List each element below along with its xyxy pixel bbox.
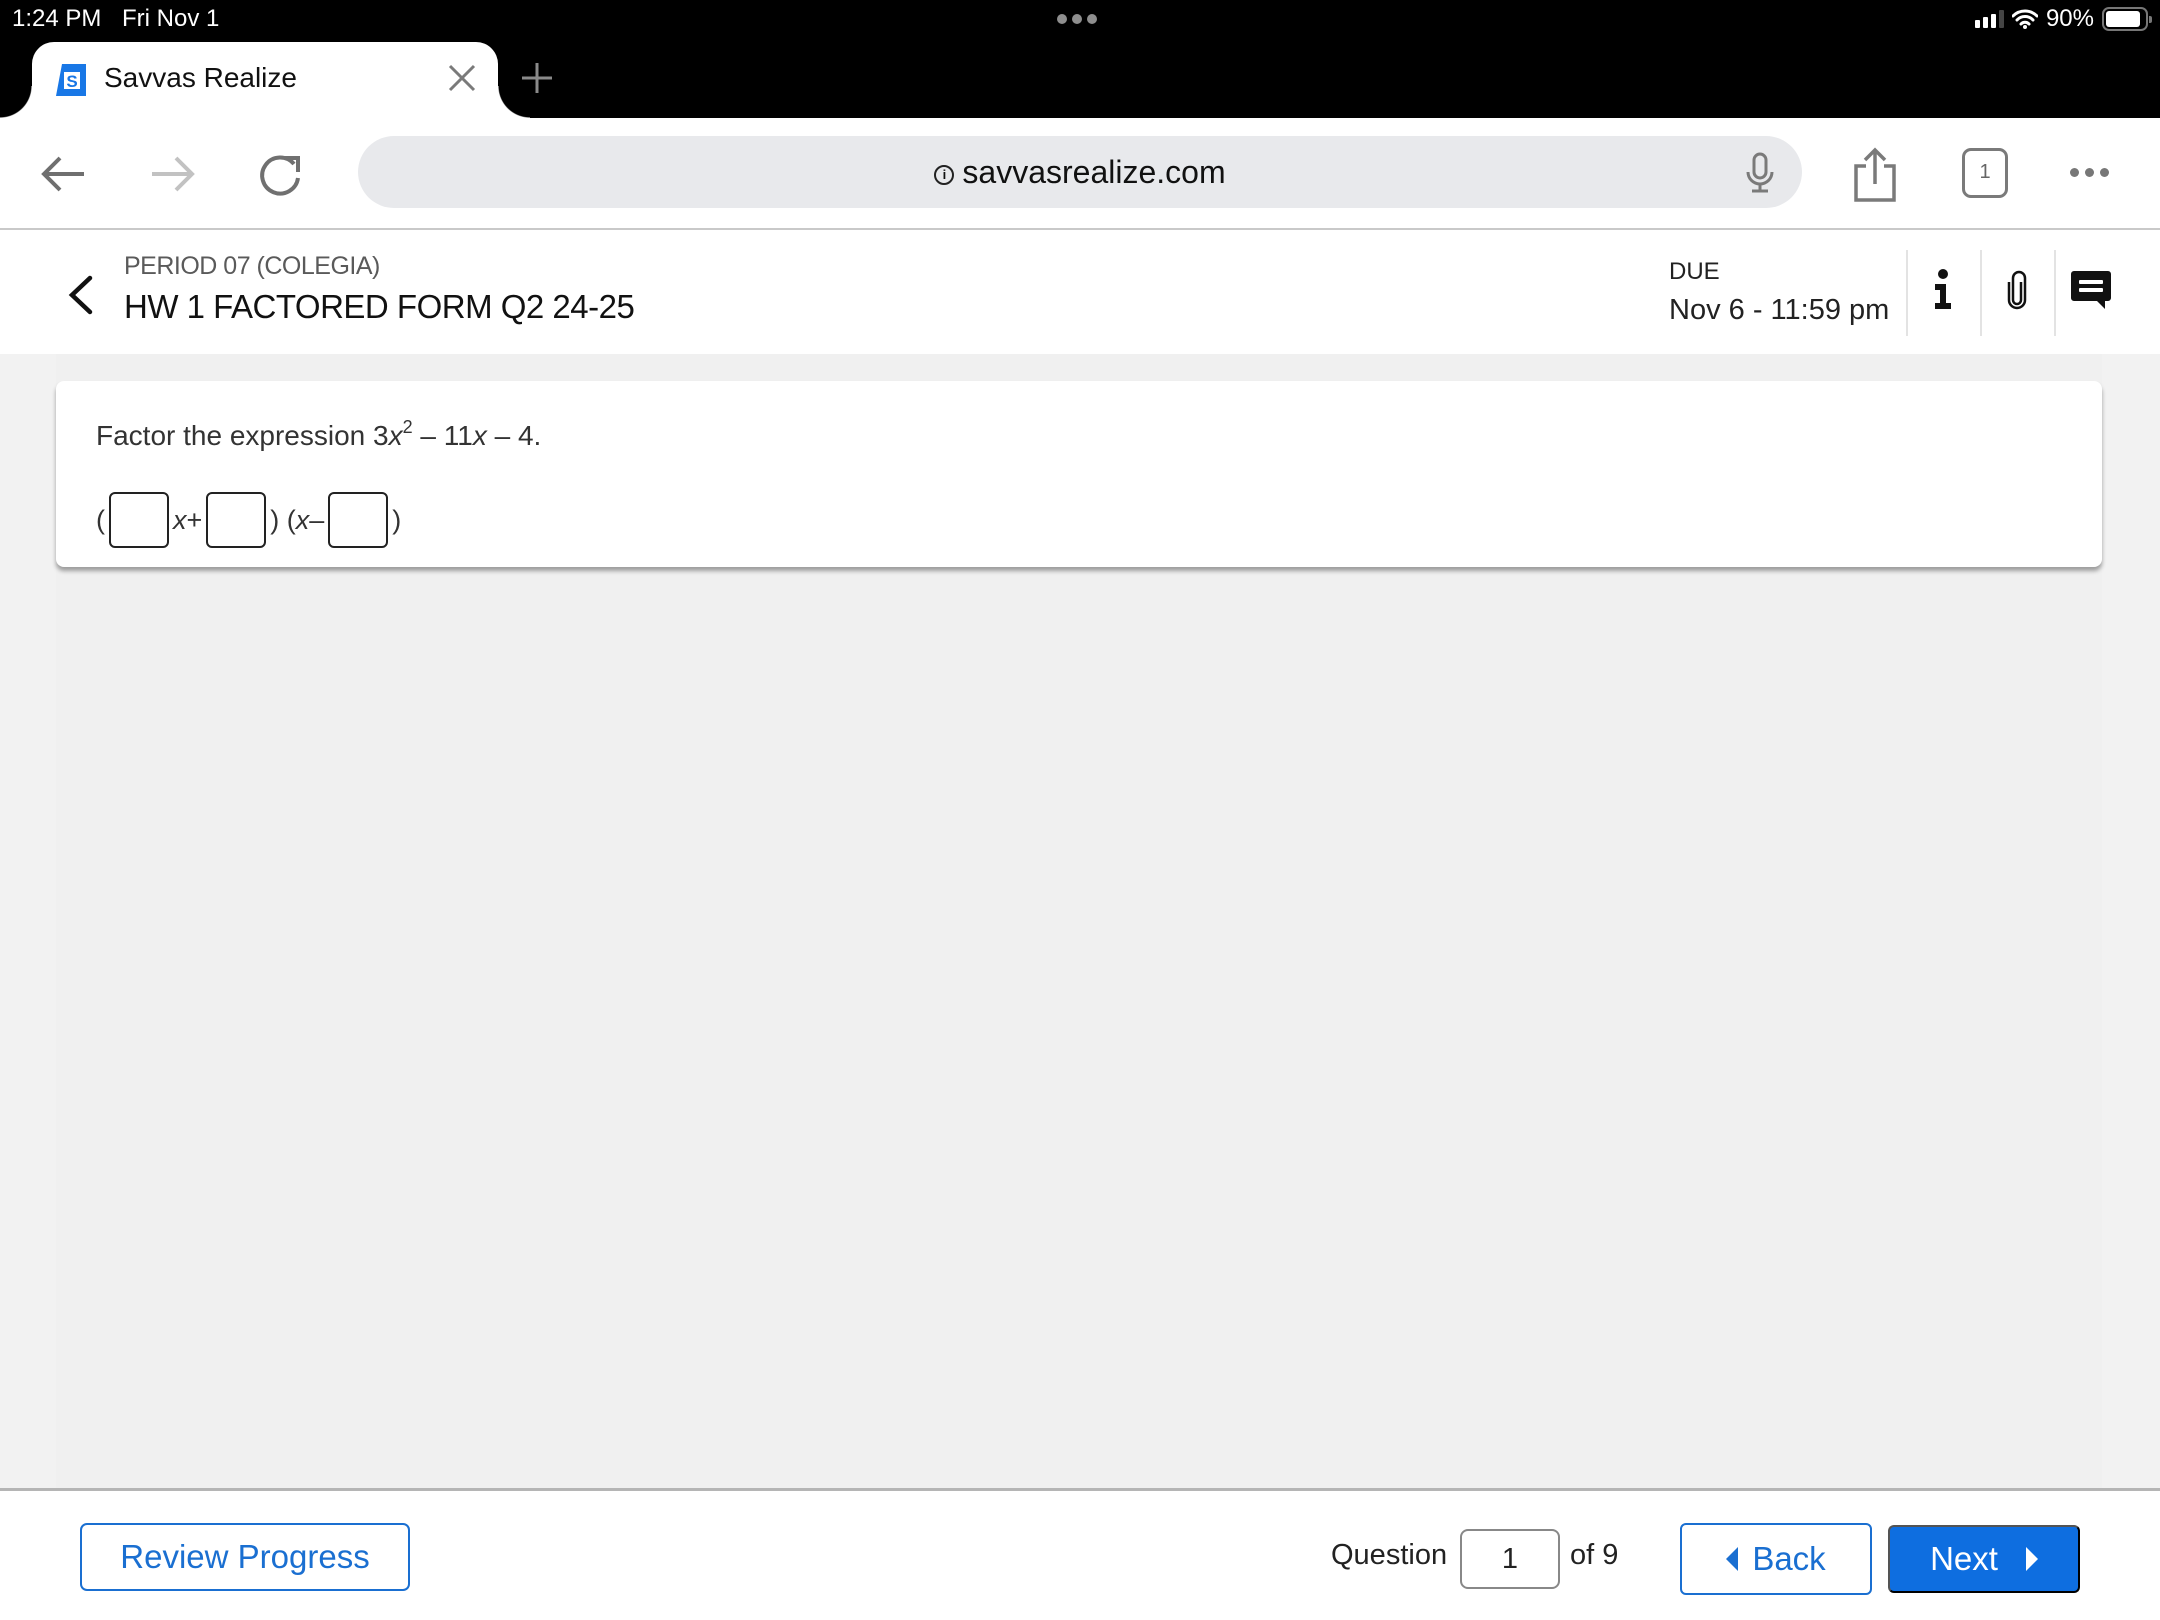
content-area: Factor the expression 3x2 – 11x – 4. ( x… <box>0 354 2160 1488</box>
multitasking-dots-icon[interactable] <box>1057 14 1097 24</box>
due-label: DUE <box>1669 258 1720 285</box>
info-icon <box>1935 269 1951 309</box>
svg-text:S: S <box>66 72 77 91</box>
next-button[interactable]: Next <box>1888 1525 2080 1593</box>
chevron-left-icon[interactable] <box>66 274 96 316</box>
battery-icon <box>2102 7 2152 31</box>
question-prompt: Factor the expression 3x2 – 11x – 4. <box>96 417 542 451</box>
caret-right-icon <box>2025 1547 2038 1571</box>
plus-sign: + <box>186 504 203 535</box>
address-bar[interactable]: i savvasrealize.com <box>358 136 1802 208</box>
assignment-title: HW 1 FACTORED FORM Q2 24-25 <box>124 288 635 325</box>
paren-separator: ) ( <box>270 504 296 535</box>
status-and-tab-bar: 1:24 PM Fri Nov 1 90% S Savvas Realize <box>0 0 2160 118</box>
arrow-right-icon[interactable] <box>146 148 198 200</box>
browser-tab[interactable]: S Savvas Realize <box>0 42 530 118</box>
question-label: Question <box>1331 1539 1448 1571</box>
status-indicators: 90% <box>1974 5 2152 33</box>
savvas-logo-icon: S <box>56 64 86 96</box>
info-circle-icon[interactable]: i <box>934 165 955 185</box>
browser-toolbar: i savvasrealize.com 1 <box>0 118 2160 230</box>
close-paren: ) <box>392 504 402 535</box>
divider <box>1906 250 1908 336</box>
question-total: of 9 <box>1570 1539 1619 1571</box>
answer-input-constant-2[interactable] <box>328 492 389 548</box>
minus-sign: – <box>309 504 325 535</box>
attachments-button[interactable] <box>1992 262 2042 318</box>
wifi-icon <box>2011 9 2038 29</box>
url-text: savvasrealize.com <box>962 154 1226 190</box>
variable-x: x <box>173 504 187 535</box>
comments-button[interactable] <box>2066 262 2116 318</box>
comment-icon <box>2071 271 2111 309</box>
reload-icon[interactable] <box>256 148 308 200</box>
question-number-input[interactable] <box>1460 1529 1560 1589</box>
assignment-header: PERIOD 07 (COLEGIA) HW 1 FACTORED FORM Q… <box>0 232 2160 354</box>
cellular-signal-icon <box>1974 10 2004 28</box>
plus-icon[interactable] <box>519 60 555 96</box>
answer-input-coefficient[interactable] <box>109 492 169 548</box>
more-dots-icon[interactable] <box>2070 168 2109 177</box>
question-card: Factor the expression 3x2 – 11x – 4. ( x… <box>56 381 2102 567</box>
status-date: Fri Nov 1 <box>122 5 220 32</box>
close-icon[interactable] <box>446 62 478 94</box>
info-button[interactable] <box>1918 262 1968 318</box>
class-name: PERIOD 07 (COLEGIA) <box>124 252 380 280</box>
divider <box>1980 250 1982 336</box>
microphone-icon[interactable] <box>1744 152 1776 194</box>
answer-row: ( x + ) (x – ) <box>96 491 401 549</box>
back-label: Back <box>1752 1540 1826 1577</box>
footer-nav: Review Progress Question of 9 Back Next <box>0 1488 2160 1620</box>
next-label: Next <box>1930 1540 1998 1577</box>
tab-title: Savvas Realize <box>104 62 297 93</box>
share-icon[interactable] <box>1852 146 1898 204</box>
paperclip-icon <box>2007 270 2027 310</box>
status-time: 1:24 PM <box>12 5 102 32</box>
review-progress-button[interactable]: Review Progress <box>80 1523 410 1591</box>
battery-percent: 90% <box>2045 5 2094 32</box>
caret-left-icon <box>1726 1547 1739 1571</box>
due-date: Nov 6 - 11:59 pm <box>1669 294 1890 326</box>
arrow-left-icon[interactable] <box>38 148 90 200</box>
divider <box>2054 250 2056 336</box>
variable-x: x <box>295 504 310 535</box>
open-paren: ( <box>96 504 105 535</box>
tabs-icon[interactable]: 1 <box>1962 148 2008 198</box>
answer-input-constant-1[interactable] <box>206 492 267 548</box>
back-button[interactable]: Back <box>1680 1523 1872 1595</box>
